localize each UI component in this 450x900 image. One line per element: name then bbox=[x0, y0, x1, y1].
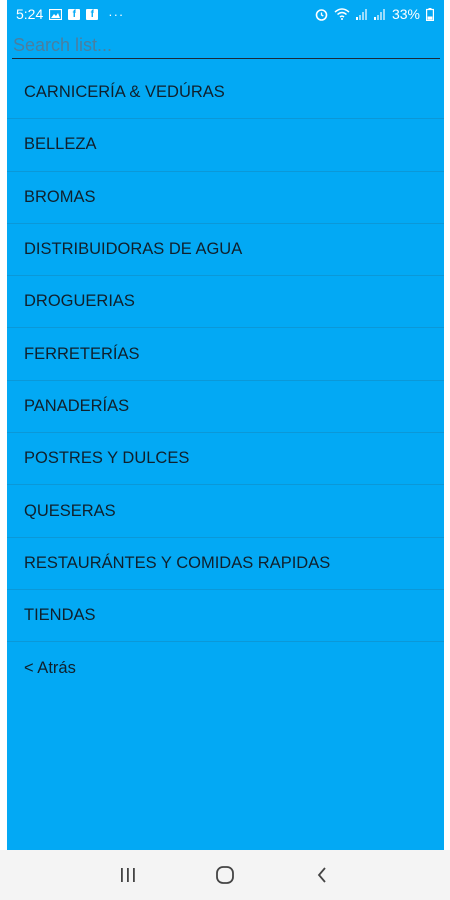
list-item-panaderias[interactable]: PANADERÍAS bbox=[7, 381, 444, 434]
image-icon bbox=[49, 8, 63, 20]
status-right: 33% bbox=[315, 6, 434, 22]
list-item-ferreterias[interactable]: FERRETERÍAS bbox=[7, 328, 444, 381]
list-item-droguerias[interactable]: DROGUERIAS bbox=[7, 276, 444, 329]
list-item-label: RESTAURÁNTES Y COMIDAS RAPIDAS bbox=[24, 553, 331, 572]
battery-icon bbox=[426, 7, 434, 21]
list-item-label: BELLEZA bbox=[24, 135, 97, 154]
list-item-label: PANADERÍAS bbox=[24, 396, 130, 415]
list-item-carniceria[interactable]: CARNICERÍA & VEDÚRAS bbox=[7, 67, 444, 120]
list-item-postres-y-dulces[interactable]: POSTRES Y DULCES bbox=[7, 433, 444, 486]
back-icon[interactable] bbox=[302, 855, 342, 895]
list-item-restaurantes[interactable]: RESTAURÁNTES Y COMIDAS RAPIDAS bbox=[7, 538, 444, 590]
status-bar: 5:24 f f ··· 33% bbox=[7, 0, 444, 28]
more-dots-icon: ··· bbox=[108, 6, 125, 22]
wifi-icon bbox=[334, 8, 350, 20]
facebook-icon: f bbox=[86, 8, 99, 20]
android-nav-bar bbox=[0, 850, 450, 900]
list-item-label: DROGUERIAS bbox=[24, 292, 135, 311]
list-item-distribuidoras-de-agua[interactable]: DISTRIBUIDORAS DE AGUA bbox=[7, 224, 444, 277]
list-item-belleza[interactable]: BELLEZA bbox=[7, 119, 444, 172]
list-item-label: FERRETERÍAS bbox=[24, 344, 140, 363]
list-item-tiendas[interactable]: TIENDAS bbox=[7, 590, 444, 643]
list-item-queseras[interactable]: QUESERAS bbox=[7, 485, 444, 538]
recent-apps-icon[interactable] bbox=[108, 855, 148, 895]
status-time: 5:24 bbox=[16, 6, 44, 22]
back-link[interactable]: < Atrás bbox=[7, 642, 444, 694]
list-item-label: BROMAS bbox=[24, 187, 96, 206]
app-content: 5:24 f f ··· 33% Search list... CARNICER… bbox=[7, 0, 444, 850]
list-item-bromas[interactable]: BROMAS bbox=[7, 172, 444, 224]
search-bar bbox=[12, 33, 440, 59]
signal-icon bbox=[373, 8, 386, 20]
category-list: CARNICERÍA & VEDÚRAS BELLEZA BROMAS DIST… bbox=[7, 67, 444, 695]
home-icon[interactable] bbox=[205, 855, 245, 895]
battery-percent: 33% bbox=[391, 6, 420, 22]
phone-screen: 5:24 f f ··· 33% Search list... CARNICER… bbox=[0, 0, 450, 900]
alarm-icon bbox=[315, 8, 328, 21]
list-item-label: DISTRIBUIDORAS DE AGUA bbox=[24, 240, 243, 259]
status-left: 5:24 f f ··· bbox=[16, 6, 124, 22]
search-input[interactable] bbox=[12, 33, 440, 57]
list-item-label: TIENDAS bbox=[24, 606, 96, 625]
list-item-label: POSTRES Y DULCES bbox=[24, 449, 190, 468]
list-item-label: CARNICERÍA & VEDÚRAS bbox=[24, 83, 225, 102]
facebook-icon: f bbox=[68, 8, 81, 20]
list-item-label: QUESERAS bbox=[24, 501, 116, 520]
signal-icon bbox=[355, 8, 368, 20]
back-link-label: < Atrás bbox=[24, 658, 76, 677]
